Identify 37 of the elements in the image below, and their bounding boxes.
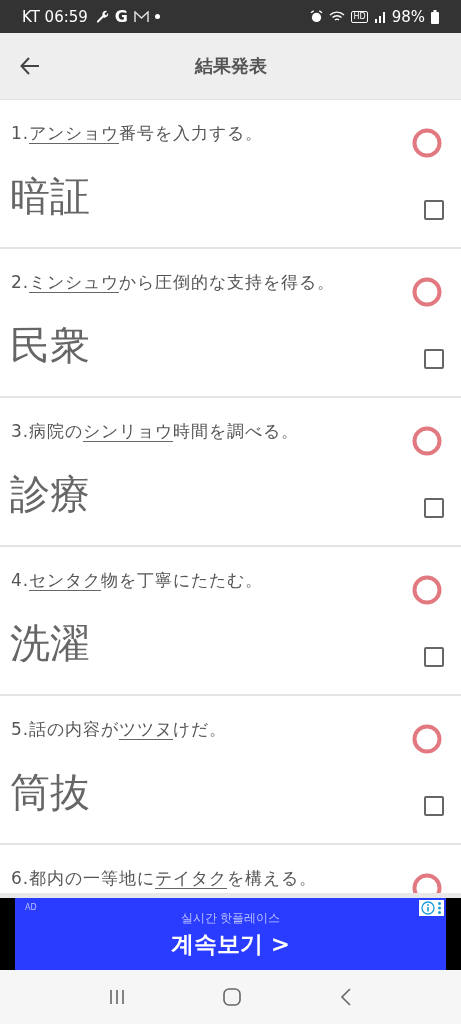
wifi-icon [329, 10, 346, 23]
question-sentence: 1.アンショウ番号を入力する。 [11, 122, 264, 145]
home-icon[interactable] [222, 987, 243, 1007]
screen-title: 結果発表 [194, 54, 267, 78]
battery-icon [431, 9, 439, 24]
ad-subtitle: 실시간 핫플레이스 [180, 910, 281, 927]
answer-text: 診療 [10, 470, 90, 518]
ad-headline: 계속보기 > [170, 930, 291, 959]
question-sentence: 2.ミンシュウから圧倒的な支持を得る。 [11, 271, 336, 294]
info-icon[interactable] [421, 901, 435, 915]
question-sentence: 6.都内の一等地にテイタク を構える。 [11, 867, 318, 890]
checkbox[interactable] [424, 349, 444, 369]
signal-icon [373, 10, 386, 23]
dot-icon [155, 14, 160, 19]
recent-apps-icon[interactable] [108, 988, 127, 1006]
google-icon: G [114, 7, 128, 26]
ad-banner[interactable]: AD 실시간 핫플레이스 계속보기 > [15, 898, 446, 970]
answer-text: 筒抜 [10, 768, 90, 816]
checkbox[interactable] [424, 796, 444, 816]
question-sentence: 4.センタク物を丁寧にたたむ。 [11, 569, 264, 592]
ad-label: AD [25, 903, 37, 912]
answer-text: 暗証 [10, 172, 90, 220]
answer-text: 民衆 [10, 321, 90, 369]
checkbox[interactable] [424, 647, 444, 667]
back-arrow-icon [19, 55, 41, 77]
checkbox[interactable] [424, 498, 444, 518]
question-sentence: 5.話の内容がツツヌ けだ。 [11, 718, 228, 741]
question-sentence: 3.病院の シンリョウ 時間を調べる。 [11, 420, 300, 443]
alarm-icon [310, 10, 324, 23]
hd-badge: HD [351, 10, 368, 23]
battery-level: 98% [391, 7, 425, 26]
more-icon[interactable] [437, 901, 442, 915]
back-nav-icon[interactable] [338, 987, 353, 1007]
answer-text: 洗濯 [10, 619, 90, 667]
checkbox[interactable] [424, 200, 444, 220]
mail-icon [134, 10, 149, 23]
carrier-time: KT 06:59 [22, 7, 88, 26]
